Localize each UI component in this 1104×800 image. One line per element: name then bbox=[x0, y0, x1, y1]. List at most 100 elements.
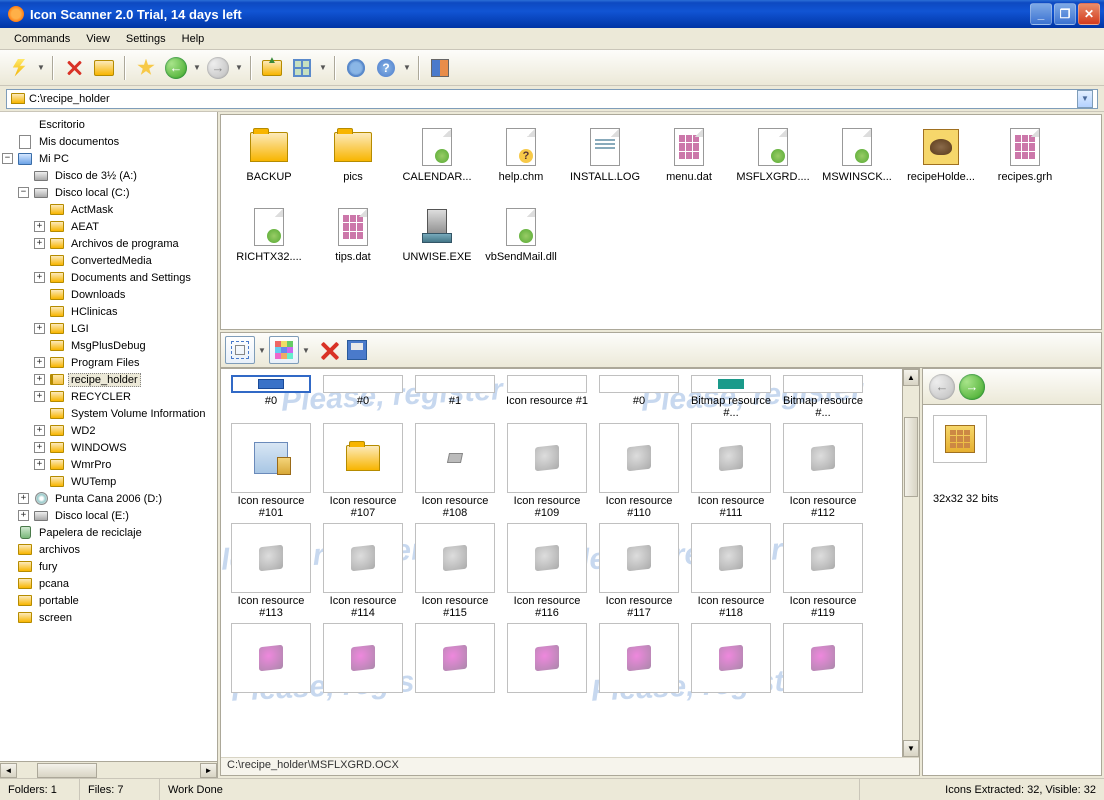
preview-thumbnail[interactable] bbox=[933, 415, 987, 463]
resource-item[interactable]: #0 bbox=[317, 373, 409, 421]
folder-tree[interactable]: EscritorioMis documentos−Mi PCDisco de 3… bbox=[0, 112, 217, 761]
save-button[interactable] bbox=[343, 336, 371, 364]
help-dropdown[interactable]: ▼ bbox=[402, 63, 412, 72]
tree-node[interactable]: Escritorio bbox=[2, 116, 215, 133]
icon-grid[interactable]: Please, register Please, register Please… bbox=[221, 369, 902, 757]
help-button[interactable]: ? bbox=[372, 54, 400, 82]
tree-node[interactable]: Downloads bbox=[2, 286, 215, 303]
tree-node[interactable]: HClinicas bbox=[2, 303, 215, 320]
scan-dropdown[interactable]: ▼ bbox=[36, 63, 46, 72]
scroll-left[interactable]: ◄ bbox=[0, 763, 17, 778]
resource-item[interactable] bbox=[777, 621, 869, 721]
scroll-up[interactable]: ▲ bbox=[903, 369, 919, 386]
favorites-button[interactable] bbox=[132, 54, 160, 82]
expand-toggle[interactable]: + bbox=[34, 425, 45, 436]
resource-item[interactable] bbox=[317, 621, 409, 721]
scroll-thumb[interactable] bbox=[904, 417, 918, 497]
resource-item[interactable]: Icon resource #107 bbox=[317, 421, 409, 521]
menu-settings[interactable]: Settings bbox=[118, 31, 174, 47]
resource-item[interactable]: Icon resource #113 bbox=[225, 521, 317, 621]
expand-toggle[interactable]: + bbox=[34, 374, 45, 385]
tree-node[interactable]: System Volume Information bbox=[2, 405, 215, 422]
tree-node[interactable]: −Mi PC bbox=[2, 150, 215, 167]
forward-button[interactable]: → bbox=[204, 54, 232, 82]
file-item[interactable]: BACKUP bbox=[227, 121, 311, 201]
back-dropdown[interactable]: ▼ bbox=[192, 63, 202, 72]
tree-node[interactable]: Mis documentos bbox=[2, 133, 215, 150]
tree-node[interactable]: −Disco local (C:) bbox=[2, 184, 215, 201]
maximize-button[interactable]: ❐ bbox=[1054, 3, 1076, 25]
file-item[interactable]: vbSendMail.dll bbox=[479, 201, 563, 281]
expand-toggle[interactable]: − bbox=[18, 187, 29, 198]
resource-item[interactable] bbox=[685, 621, 777, 721]
exit-button[interactable] bbox=[426, 54, 454, 82]
resource-item[interactable]: Icon resource #114 bbox=[317, 521, 409, 621]
expand-toggle[interactable]: + bbox=[18, 493, 29, 504]
resource-item[interactable] bbox=[501, 621, 593, 721]
file-item[interactable]: MSFLXGRD.... bbox=[731, 121, 815, 201]
tree-node[interactable]: portable bbox=[2, 592, 215, 609]
expand-toggle[interactable]: + bbox=[34, 272, 45, 283]
select-all-button[interactable] bbox=[225, 336, 255, 364]
tree-node[interactable]: +recipe_holder bbox=[2, 371, 215, 388]
preview-back-button[interactable]: ← bbox=[929, 374, 955, 400]
tree-node[interactable]: +WD2 bbox=[2, 422, 215, 439]
settings-button[interactable] bbox=[342, 54, 370, 82]
resource-item[interactable]: Icon resource #116 bbox=[501, 521, 593, 621]
resource-item[interactable]: Bitmap resource #... bbox=[685, 373, 777, 421]
resource-item[interactable]: Icon resource #108 bbox=[409, 421, 501, 521]
resource-item[interactable]: Bitmap resource #... bbox=[777, 373, 869, 421]
file-item[interactable]: menu.dat bbox=[647, 121, 731, 201]
minimize-button[interactable]: _ bbox=[1030, 3, 1052, 25]
tree-node[interactable]: +Archivos de programa bbox=[2, 235, 215, 252]
tree-node[interactable]: screen bbox=[2, 609, 215, 626]
resource-item[interactable] bbox=[593, 621, 685, 721]
resource-item[interactable]: Icon resource #119 bbox=[777, 521, 869, 621]
delete-button[interactable] bbox=[313, 336, 341, 364]
file-item[interactable]: recipes.grh bbox=[983, 121, 1067, 201]
tree-node[interactable]: pcana bbox=[2, 575, 215, 592]
file-item[interactable]: recipeHolde... bbox=[899, 121, 983, 201]
resource-item[interactable]: Icon resource #115 bbox=[409, 521, 501, 621]
tree-node[interactable]: +RECYCLER bbox=[2, 388, 215, 405]
icon-vscroll[interactable]: ▲ ▼ bbox=[902, 369, 919, 757]
tree-node[interactable]: WUTemp bbox=[2, 473, 215, 490]
up-button[interactable]: ▲ bbox=[258, 54, 286, 82]
resource-item[interactable]: Icon resource #101 bbox=[225, 421, 317, 521]
file-list-pane[interactable]: BACKUPpicsCALENDAR...?help.chmINSTALL.LO… bbox=[220, 114, 1102, 330]
file-item[interactable]: ?help.chm bbox=[479, 121, 563, 201]
tree-node[interactable]: Papelera de reciclaje bbox=[2, 524, 215, 541]
file-item[interactable]: INSTALL.LOG bbox=[563, 121, 647, 201]
tree-node[interactable]: fury bbox=[2, 558, 215, 575]
color-dropdown[interactable]: ▼ bbox=[301, 346, 311, 355]
file-item[interactable]: MSWINSCK... bbox=[815, 121, 899, 201]
select-dropdown[interactable]: ▼ bbox=[257, 346, 267, 355]
scroll-right[interactable]: ► bbox=[200, 763, 217, 778]
color-view-button[interactable] bbox=[269, 336, 299, 364]
view-mode-button[interactable] bbox=[288, 54, 316, 82]
resource-item[interactable]: Icon resource #1 bbox=[501, 373, 593, 421]
resource-item[interactable] bbox=[225, 621, 317, 721]
address-combo[interactable]: C:\recipe_holder ▼ bbox=[6, 89, 1098, 109]
scan-button[interactable] bbox=[6, 54, 34, 82]
resource-item[interactable]: Icon resource #112 bbox=[777, 421, 869, 521]
expand-toggle[interactable]: − bbox=[2, 153, 13, 164]
view-mode-dropdown[interactable]: ▼ bbox=[318, 63, 328, 72]
close-button[interactable]: ✕ bbox=[1078, 3, 1100, 25]
resource-item[interactable]: #1 bbox=[409, 373, 501, 421]
resource-item[interactable]: #0 bbox=[593, 373, 685, 421]
menu-view[interactable]: View bbox=[78, 31, 118, 47]
expand-toggle[interactable]: + bbox=[18, 510, 29, 521]
resource-item[interactable] bbox=[409, 621, 501, 721]
resource-item[interactable]: Icon resource #109 bbox=[501, 421, 593, 521]
resource-item[interactable]: Icon resource #118 bbox=[685, 521, 777, 621]
back-button[interactable]: ← bbox=[162, 54, 190, 82]
scroll-thumb[interactable] bbox=[37, 763, 97, 778]
scroll-down[interactable]: ▼ bbox=[903, 740, 919, 757]
file-item[interactable]: CALENDAR... bbox=[395, 121, 479, 201]
expand-toggle[interactable]: + bbox=[34, 357, 45, 368]
expand-toggle[interactable]: + bbox=[34, 323, 45, 334]
tree-node[interactable]: MsgPlusDebug bbox=[2, 337, 215, 354]
expand-toggle[interactable]: + bbox=[34, 391, 45, 402]
file-item[interactable]: tips.dat bbox=[311, 201, 395, 281]
